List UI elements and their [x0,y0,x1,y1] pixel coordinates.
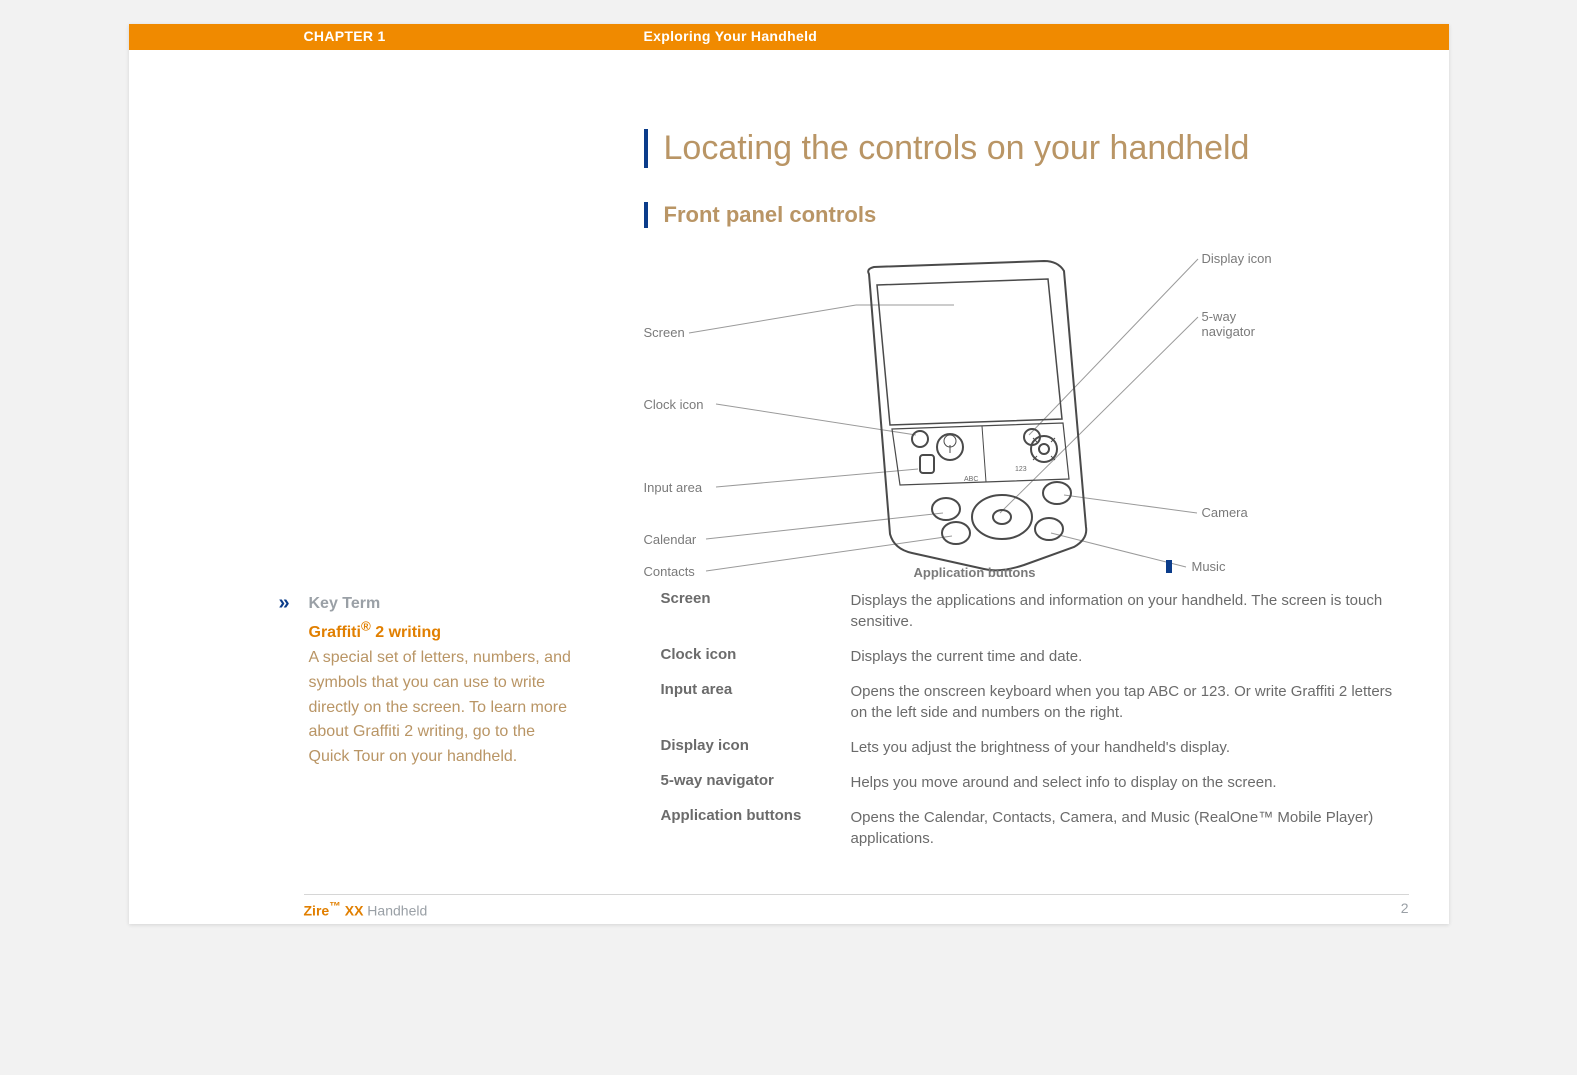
callout-camera: Camera [1202,505,1248,520]
definitions-list: Screen Displays the applications and inf… [641,590,1401,863]
def-desc: Opens the Calendar, Contacts, Camera, an… [851,807,1401,849]
handheld-svg: ABC 123 [644,239,1284,579]
callout-display-icon: Display icon [1202,251,1272,266]
chapter-header-bar: CHAPTER 1 Exploring Your Handheld [129,24,1449,50]
callout-application-buttons: Application buttons [914,565,1036,580]
def-row-input-area: Input area Opens the onscreen keyboard w… [641,681,1401,723]
footer-brand: Zire™ XX Handheld [304,900,428,919]
footer-page-number: 2 [1401,900,1409,916]
footer-brand-name: Zire [304,903,330,919]
def-term: Application buttons [645,807,851,824]
front-panel-diagram: ABC 123 Screen Clock icon Input area Cal… [644,239,1284,579]
def-desc: Opens the onscreen keyboard when you tap… [851,681,1401,723]
chevron-right-icon: » [279,593,290,613]
def-desc: Displays the applications and informatio… [851,590,1401,632]
page-title: Locating the controls on your handheld [644,129,1250,168]
key-term-name-text2: 2 writing [371,624,441,641]
callout-contacts: Contacts [644,564,695,579]
def-term: Clock icon [645,646,851,663]
page-footer: Zire™ XX Handheld 2 [129,894,1449,920]
def-row-app-buttons: Application buttons Opens the Calendar, … [641,807,1401,849]
footer-rule [304,894,1409,895]
chapter-title: Exploring Your Handheld [644,28,818,44]
page: CHAPTER 1 Exploring Your Handheld Locati… [129,24,1449,924]
footer-brand-tail: Handheld [363,903,427,919]
def-row-five-way: 5-way navigator Helps you move around an… [641,772,1401,793]
key-term-label: Key Term [309,595,381,612]
def-desc: Displays the current time and date. [851,646,1401,667]
def-term: 5-way navigator [645,772,851,789]
footer-brand-model: XX [341,903,364,919]
callout-five-way: 5-way navigator [1202,309,1284,339]
def-term: Input area [645,681,851,698]
key-term-block: Key Term Graffiti® 2 writing A special s… [309,592,579,770]
def-term: Display icon [645,737,851,754]
def-desc: Helps you move around and select info to… [851,772,1401,793]
def-row-screen: Screen Displays the applications and inf… [641,590,1401,632]
callout-screen: Screen [644,325,685,340]
section-title: Front panel controls [644,202,877,228]
callout-calendar: Calendar [644,532,697,547]
registered-symbol: ® [361,619,371,634]
callout-clock-icon: Clock icon [644,397,704,412]
callout-music: Music [1192,559,1226,574]
key-term-name: Graffiti® 2 writing [309,624,442,641]
key-term-body: A special set of letters, numbers, and s… [309,649,571,765]
def-row-clock: Clock icon Displays the current time and… [641,646,1401,667]
callout-input-area: Input area [644,480,703,495]
def-desc: Lets you adjust the brightness of your h… [851,737,1401,758]
music-marker [1166,560,1172,573]
def-term: Screen [645,590,851,607]
svg-text:ABC: ABC [964,476,978,483]
tm-symbol: ™ [329,900,341,913]
def-row-display-icon: Display icon Lets you adjust the brightn… [641,737,1401,758]
chapter-label: CHAPTER 1 [304,28,386,44]
svg-text:123: 123 [1015,466,1027,473]
key-term-name-text: Graffiti [309,624,361,641]
